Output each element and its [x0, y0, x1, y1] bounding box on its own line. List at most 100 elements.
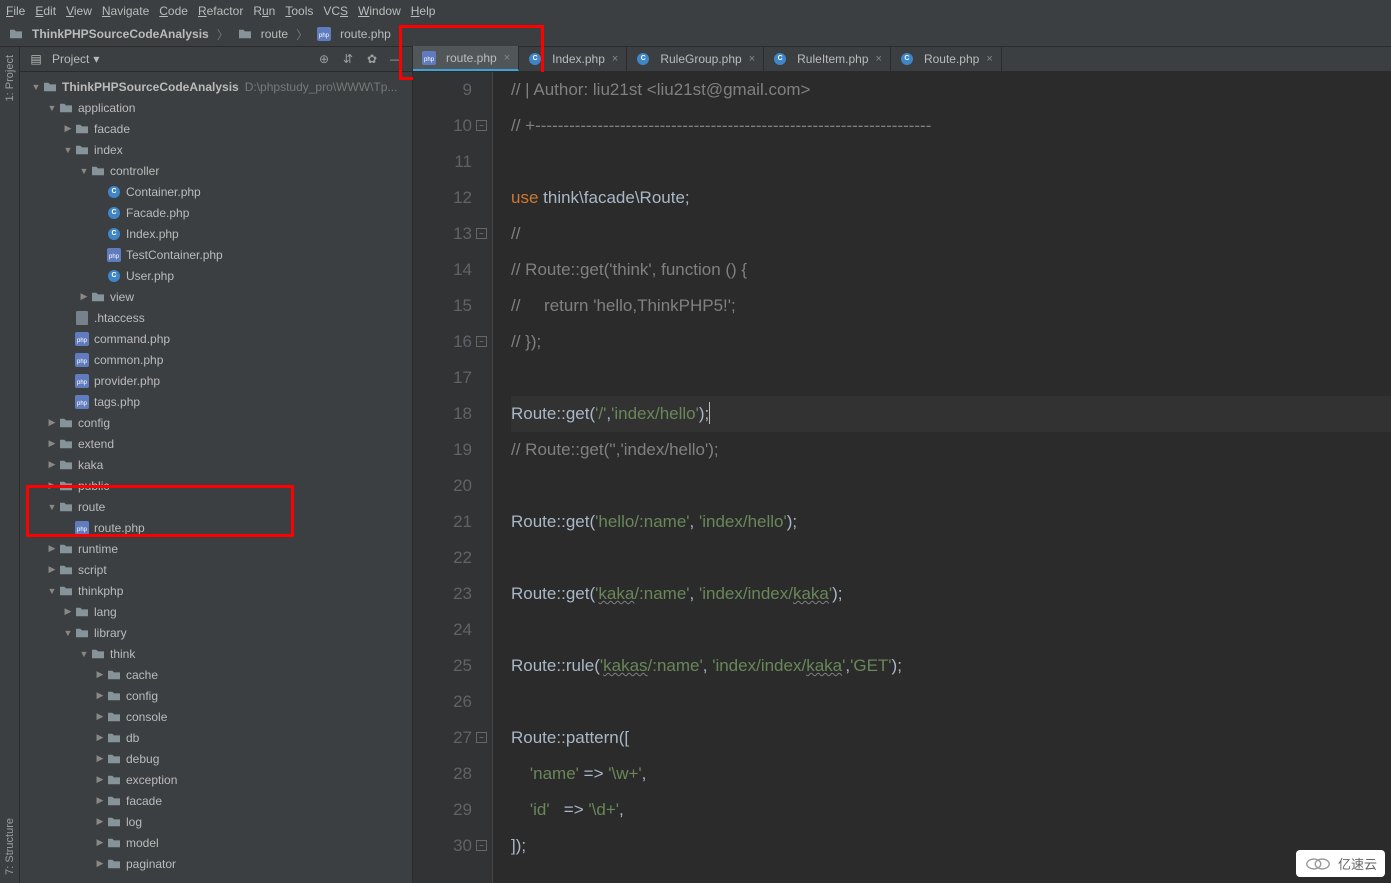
gear-icon[interactable]: ✿ [364, 51, 380, 67]
line-number[interactable]: 28 [413, 756, 472, 792]
code-line-21[interactable]: Route::get('hello/:name', 'index/hello')… [511, 504, 1391, 540]
line-number[interactable]: 11 [413, 144, 472, 180]
tree-arrow[interactable]: ▶ [94, 816, 106, 827]
structure-tool-button[interactable]: 7: Structure [4, 814, 16, 879]
tree-item-debug[interactable]: ▶debug [20, 748, 412, 769]
line-number[interactable]: 9 [413, 72, 472, 108]
fold-marker[interactable]: − [476, 840, 487, 851]
tree-item-public[interactable]: ▶public [20, 475, 412, 496]
close-icon[interactable]: × [876, 53, 882, 65]
menu-vcs[interactable]: VCS [323, 4, 348, 18]
tree-arrow[interactable]: ▶ [94, 774, 106, 785]
tree-item-config[interactable]: ▶config [20, 412, 412, 433]
tree-item-config[interactable]: ▶config [20, 685, 412, 706]
project-tree[interactable]: ▼ ThinkPHPSourceCodeAnalysis D:\phpstudy… [20, 72, 412, 883]
tree-arrow[interactable]: ▶ [62, 123, 74, 134]
hide-icon[interactable]: — [388, 51, 404, 67]
code-line-27[interactable]: Route::pattern([ [511, 720, 1391, 756]
code-line-20[interactable] [511, 468, 1391, 504]
tab-Index-php[interactable]: CIndex.php× [519, 46, 627, 71]
line-number[interactable]: 10 [413, 108, 472, 144]
tree-item-common-php[interactable]: phpcommon.php [20, 349, 412, 370]
line-number[interactable]: 23 [413, 576, 472, 612]
line-number[interactable]: 16 [413, 324, 472, 360]
menu-code[interactable]: Code [159, 4, 188, 18]
breadcrumb-folder[interactable]: route [237, 27, 288, 41]
tree-arrow[interactable]: ▼ [46, 586, 58, 596]
chevron-down-icon[interactable]: ▼ [30, 82, 42, 92]
menu-edit[interactable]: Edit [35, 4, 56, 18]
code-line-25[interactable]: Route::rule('kakas/:name', 'index/index/… [511, 648, 1391, 684]
code-editor[interactable]: −−−−− 9101112131415161718192021222324252… [413, 72, 1391, 883]
code-line-18[interactable]: Route::get('/','index/hello'); [511, 396, 1391, 432]
tree-item-exception[interactable]: ▶exception [20, 769, 412, 790]
code-line-15[interactable]: // return 'hello,ThinkPHP5!'; [511, 288, 1391, 324]
line-number[interactable]: 21 [413, 504, 472, 540]
line-number[interactable]: 24 [413, 612, 472, 648]
tree-arrow[interactable]: ▶ [46, 480, 58, 491]
tree-arrow[interactable]: ▶ [78, 291, 90, 302]
tree-item-kaka[interactable]: ▶kaka [20, 454, 412, 475]
close-icon[interactable]: × [749, 53, 755, 65]
line-number[interactable]: 27 [413, 720, 472, 756]
fold-marker[interactable]: − [476, 120, 487, 131]
collapse-icon[interactable]: ⇵ [340, 51, 356, 67]
line-number[interactable]: 17 [413, 360, 472, 396]
fold-marker[interactable]: − [476, 732, 487, 743]
tree-root[interactable]: ▼ ThinkPHPSourceCodeAnalysis D:\phpstudy… [20, 76, 412, 97]
tree-item-view[interactable]: ▶view [20, 286, 412, 307]
menu-tools[interactable]: Tools [285, 4, 313, 18]
tree-item-library[interactable]: ▼library [20, 622, 412, 643]
tree-item-controller[interactable]: ▼controller [20, 160, 412, 181]
tree-item-facade[interactable]: ▶facade [20, 118, 412, 139]
fold-marker[interactable]: − [476, 228, 487, 239]
code-line-19[interactable]: // Route::get('','index/hello'); [511, 432, 1391, 468]
menu-refactor[interactable]: Refactor [198, 4, 243, 18]
tree-arrow[interactable]: ▼ [46, 502, 58, 512]
tree-item-lang[interactable]: ▶lang [20, 601, 412, 622]
tree-arrow[interactable]: ▶ [94, 795, 106, 806]
tree-arrow[interactable]: ▶ [46, 417, 58, 428]
tree-arrow[interactable]: ▼ [62, 145, 74, 155]
tree-item-log[interactable]: ▶log [20, 811, 412, 832]
tree-arrow[interactable]: ▶ [46, 564, 58, 575]
tree-item-application[interactable]: ▼application [20, 97, 412, 118]
project-tool-button[interactable]: 1: Project [4, 51, 16, 105]
tree-item-Facade-php[interactable]: CFacade.php [20, 202, 412, 223]
code-line-10[interactable]: // +------------------------------------… [511, 108, 1391, 144]
code-line-24[interactable] [511, 612, 1391, 648]
menu-file[interactable]: File [6, 4, 25, 18]
tree-item-thinkphp[interactable]: ▼thinkphp [20, 580, 412, 601]
tree-item-Container-php[interactable]: CContainer.php [20, 181, 412, 202]
fold-marker[interactable]: − [476, 336, 487, 347]
tree-arrow[interactable]: ▼ [62, 628, 74, 638]
gutter[interactable]: −−−−− 9101112131415161718192021222324252… [413, 72, 493, 883]
line-number[interactable]: 12 [413, 180, 472, 216]
tab-RuleItem-php[interactable]: CRuleItem.php× [764, 46, 891, 71]
code-line-12[interactable]: use think\facade\Route; [511, 180, 1391, 216]
tree-item-script[interactable]: ▶script [20, 559, 412, 580]
tree-item-Index-php[interactable]: CIndex.php [20, 223, 412, 244]
tree-item-extend[interactable]: ▶extend [20, 433, 412, 454]
tab-Route-php[interactable]: CRoute.php× [891, 46, 1002, 71]
tree-item-facade[interactable]: ▶facade [20, 790, 412, 811]
tree-arrow[interactable]: ▶ [46, 459, 58, 470]
tab-RuleGroup-php[interactable]: CRuleGroup.php× [627, 46, 764, 71]
code-line-9[interactable]: // | Author: liu21st <liu21st@gmail.com> [511, 72, 1391, 108]
code-line-14[interactable]: // Route::get('think', function () { [511, 252, 1391, 288]
tree-arrow[interactable]: ▶ [94, 753, 106, 764]
line-number[interactable]: 15 [413, 288, 472, 324]
tree-item-runtime[interactable]: ▶runtime [20, 538, 412, 559]
line-number[interactable]: 26 [413, 684, 472, 720]
tree-arrow[interactable]: ▶ [62, 606, 74, 617]
tree-item--htaccess[interactable]: .htaccess [20, 307, 412, 328]
sidebar-dropdown[interactable]: ▾ [93, 52, 99, 66]
main-menu[interactable]: FileEditViewNavigateCodeRefactorRunTools… [0, 0, 1391, 22]
tree-item-TestContainer-php[interactable]: phpTestContainer.php [20, 244, 412, 265]
tree-arrow[interactable]: ▶ [94, 837, 106, 848]
tree-arrow[interactable]: ▶ [94, 732, 106, 743]
tree-arrow[interactable]: ▶ [94, 711, 106, 722]
close-icon[interactable]: × [986, 53, 992, 65]
tree-arrow[interactable]: ▼ [78, 649, 90, 659]
code-line-16[interactable]: // }); [511, 324, 1391, 360]
